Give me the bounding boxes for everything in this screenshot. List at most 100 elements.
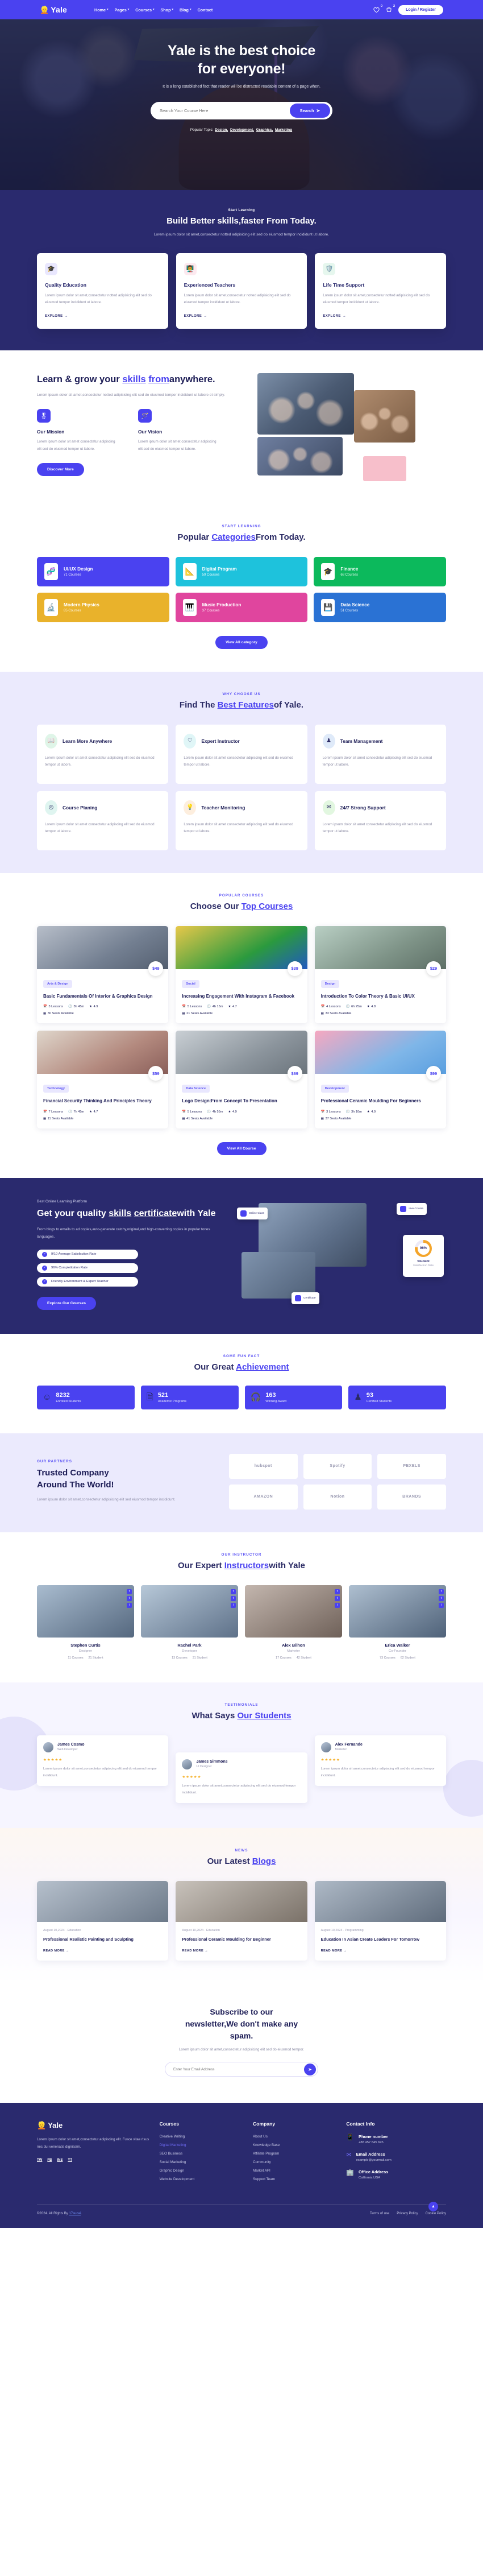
newsletter-submit-button[interactable]: ➤	[304, 2063, 316, 2075]
instagram-icon[interactable]: i	[439, 1602, 444, 1608]
twitter-icon[interactable]: t	[127, 1595, 132, 1601]
cookie-link[interactable]: Cookie Policy	[426, 2212, 446, 2215]
wishlist-button[interactable]: 0	[373, 5, 382, 13]
nav-item-shop[interactable]: Shop ▾	[161, 7, 173, 13]
certificate-title-link-certificate[interactable]: certificate	[134, 1209, 177, 1218]
category-card-digital[interactable]: 📐 Digital Program 59 Courses	[175, 556, 308, 586]
footer-link[interactable]: Support Team	[253, 2177, 336, 2181]
features-title-link[interactable]: Best Features	[218, 700, 274, 710]
course-card[interactable]: $29 Design Introduction To Color Theory …	[314, 925, 446, 1024]
instructor-card[interactable]: fti Erica Walker Co-Founder 73 Courses 62…	[349, 1585, 446, 1660]
footer-link[interactable]: Graphic Design	[160, 2169, 243, 2173]
instructor-card[interactable]: fti Alex Bilhon Marketer 17 Courses 42 St…	[245, 1585, 342, 1660]
topic-link-marketing[interactable]: Marketing	[275, 128, 292, 132]
course-card[interactable]: $59 Technology Financial Security Thinki…	[37, 1031, 169, 1129]
instagram-icon[interactable]: i	[127, 1602, 132, 1608]
twitter-icon[interactable]: t	[231, 1595, 236, 1601]
achievement-title-link[interactable]: Achievement	[236, 1362, 289, 1372]
course-tag[interactable]: Social	[182, 979, 199, 988]
view-all-course-button[interactable]: View All Course	[216, 1142, 267, 1156]
facebook-icon[interactable]: f	[439, 1589, 444, 1594]
facebook-icon[interactable]: f	[127, 1589, 132, 1594]
brand-logo[interactable]: 👱 Yale	[40, 5, 67, 14]
categories-title-link[interactable]: Categories	[211, 532, 256, 542]
footer-link[interactable]: Digital Marketing	[160, 2143, 243, 2147]
blog-card[interactable]: August 10,2024 · Programming Education I…	[314, 1881, 446, 1961]
feature-tile[interactable]: ✉ 24/7 Strong Support Lorem ipsum dolor s…	[314, 791, 446, 850]
course-tag[interactable]: Data Science	[182, 1085, 210, 1093]
footer-link[interactable]: Market API	[253, 2169, 336, 2173]
feature-card[interactable]: 🛡️ Life Time Support Lorem ipsum dolor s…	[315, 253, 447, 329]
feature-tile[interactable]: ♡ Expert Instructor Lorem ipsum dolor sit…	[176, 724, 307, 784]
learn-title-link-from[interactable]: from	[148, 374, 169, 384]
course-tag[interactable]: Design	[320, 979, 340, 988]
read-more-link[interactable]: READ MORE →	[43, 1949, 162, 1953]
facebook-icon[interactable]: f	[231, 1589, 236, 1594]
footer-link[interactable]: SEO Business	[160, 2152, 243, 2156]
privacy-link[interactable]: Privacy Policy	[397, 2212, 418, 2215]
youtube-link[interactable]: YT	[68, 2159, 72, 2162]
topic-link-development[interactable]: Development,	[230, 128, 254, 132]
certificate-title-link-skills[interactable]: skills	[109, 1209, 131, 1218]
footer-link[interactable]: Website Development	[160, 2177, 243, 2181]
nav-item-blog[interactable]: Blog ▾	[180, 7, 191, 13]
testimonials-title-link[interactable]: Our Students	[238, 1711, 292, 1721]
nav-item-courses[interactable]: Courses ▾	[135, 7, 154, 13]
topic-link-design[interactable]: Design,	[215, 128, 228, 132]
read-more-link[interactable]: READ MORE →	[321, 1949, 440, 1953]
blogs-title-link[interactable]: Blogs	[252, 1856, 276, 1866]
blog-card[interactable]: August 10,2024 · Education Professional …	[37, 1881, 169, 1961]
footer-link[interactable]: Knowledge Base	[253, 2143, 336, 2147]
nav-item-contact[interactable]: Contact	[197, 7, 213, 13]
view-all-category-button[interactable]: View All category	[215, 635, 268, 649]
course-card[interactable]: $39 Social Increasing Engagement With In…	[176, 925, 307, 1024]
explore-our-courses-button[interactable]: Explore Our Courses	[37, 1296, 96, 1310]
scroll-to-top-button[interactable]: ▲	[428, 2201, 438, 2211]
feature-card[interactable]: 🎓 Quality Education Lorem ipsum dolor si…	[37, 253, 168, 329]
course-card[interactable]: $99 Development Professional Ceramic Mou…	[314, 1031, 446, 1129]
login-register-button[interactable]: Login / Register	[398, 5, 443, 15]
course-tag[interactable]: Technology	[43, 1085, 69, 1093]
nav-item-pages[interactable]: Pages ▾	[115, 7, 130, 13]
topic-link-graphics[interactable]: Graphics,	[256, 128, 273, 132]
instructor-card[interactable]: fti Rachel Park Developer 13 Courses 31 S…	[141, 1585, 238, 1660]
copyright-link[interactable]: 17sucai	[69, 2212, 81, 2215]
blog-card[interactable]: August 10,2024 · Education Professional …	[176, 1881, 307, 1961]
discover-more-button[interactable]: Discover More	[37, 462, 84, 476]
nav-item-home[interactable]: Home ▾	[94, 7, 109, 13]
instagram-link[interactable]: INS	[57, 2159, 63, 2162]
feature-card[interactable]: 👨‍🏫 Experienced Teachers Lorem ipsum dol…	[176, 253, 307, 329]
twitter-icon[interactable]: t	[439, 1595, 444, 1601]
search-button[interactable]: Search ➤	[289, 104, 330, 118]
learn-title-link-skills[interactable]: skills	[122, 374, 145, 384]
footer-link[interactable]: Creative Writing	[160, 2135, 243, 2139]
feature-tile[interactable]: ♟ Team Management Lorem ipsum dolor sit a…	[314, 724, 446, 784]
terms-link[interactable]: Terms of use	[370, 2212, 389, 2215]
category-card-finance[interactable]: 🎓 Finance 68 Courses	[314, 556, 446, 586]
footer-link[interactable]: Affiliate Program	[253, 2152, 336, 2156]
category-card-uiux[interactable]: 🧬 UI/UX Design 71 Courses	[37, 556, 169, 586]
feature-tile[interactable]: 📖 Learn More Anywhere Lorem ipsum dolor s…	[37, 724, 169, 784]
category-card-physics[interactable]: 🔬 Modern Physics 85 Courses	[37, 592, 169, 622]
facebook-icon[interactable]: f	[335, 1589, 340, 1594]
facebook-link[interactable]: FB	[47, 2159, 52, 2162]
feature-tile[interactable]: 💡 Teacher Monitoring Lorem ipsum dolor si…	[176, 791, 307, 850]
explore-link[interactable]: EXPLORE →	[179, 311, 207, 321]
footer-link[interactable]: About Us	[253, 2135, 336, 2139]
course-card[interactable]: $69 Data Science Logo Design:From Concep…	[176, 1031, 307, 1129]
instagram-icon[interactable]: i	[335, 1602, 340, 1608]
footer-link[interactable]: Community	[253, 2160, 336, 2164]
twitter-link[interactable]: TW	[37, 2159, 42, 2162]
twitter-icon[interactable]: t	[335, 1595, 340, 1601]
instagram-icon[interactable]: i	[231, 1602, 236, 1608]
footer-logo[interactable]: 👱 Yale	[37, 2121, 149, 2130]
category-card-data[interactable]: 💾 Data Science 51 Courses	[314, 592, 446, 622]
search-input[interactable]	[160, 108, 290, 113]
instructor-card[interactable]: fti Stephen Curtis Designer 11 Courses 21…	[37, 1585, 134, 1660]
read-more-link[interactable]: READ MORE →	[182, 1949, 301, 1953]
newsletter-email-input[interactable]	[173, 2067, 304, 2071]
courses-title-link[interactable]: Top Courses	[242, 902, 293, 911]
category-card-music[interactable]: 🎹 Music Production 37 Courses	[175, 592, 308, 622]
instructors-title-link[interactable]: Instructors	[224, 1561, 269, 1570]
course-tag[interactable]: Arts & Design	[43, 979, 72, 988]
